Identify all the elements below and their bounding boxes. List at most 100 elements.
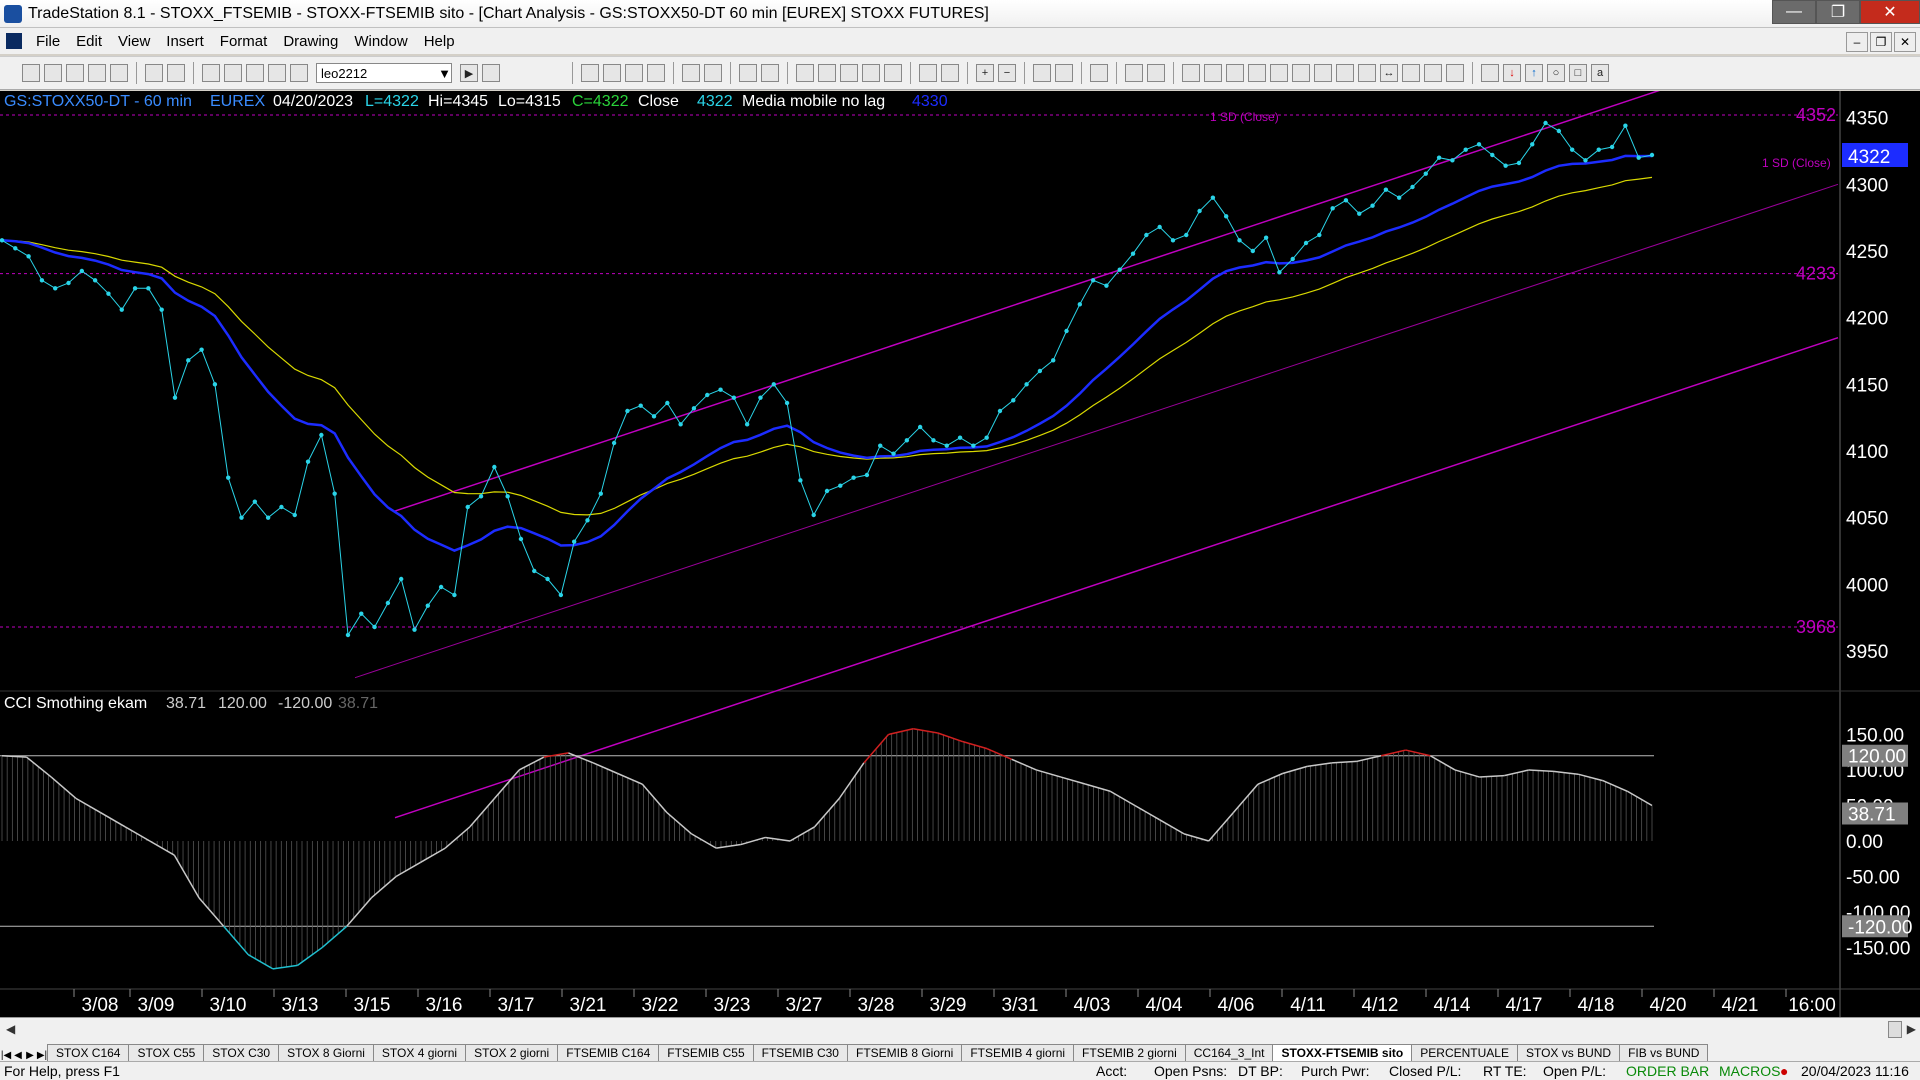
close-button[interactable]: ✕ [1860, 0, 1920, 24]
portfolio-icon[interactable] [796, 64, 814, 82]
workspace-combo[interactable]: leo2212 ▼ [316, 63, 452, 83]
parallel-icon[interactable] [1402, 64, 1420, 82]
menu-window[interactable]: Window [346, 33, 415, 50]
tab-first-icon[interactable]: |◀ [0, 1050, 12, 1061]
format-icon[interactable] [1125, 64, 1143, 82]
lock-icon[interactable] [246, 64, 264, 82]
compress-icon[interactable] [919, 64, 937, 82]
text-icon[interactable]: a [1591, 64, 1609, 82]
chart-document-icon[interactable] [6, 33, 22, 49]
pointer-icon[interactable] [1033, 64, 1051, 82]
chart-svg[interactable]: 4352 4233 3968 1 SD (Close) 1 SD (Close) 4350… [0, 91, 1920, 1017]
menu-format[interactable]: Format [212, 33, 276, 50]
options-icon[interactable] [761, 64, 779, 82]
bar-icon[interactable] [862, 64, 880, 82]
new-icon[interactable] [22, 64, 40, 82]
open-icon[interactable] [44, 64, 62, 82]
scroll-right-icon[interactable]: ▶ [1907, 1022, 1916, 1036]
play-icon[interactable]: ▶ [460, 64, 478, 82]
sheet-tab[interactable]: PERCENTUALE [1411, 1044, 1518, 1061]
menu-drawing[interactable]: Drawing [275, 33, 346, 50]
scroll-thumb[interactable] [1888, 1021, 1902, 1038]
gann-icon[interactable] [1270, 64, 1288, 82]
rectangle-icon[interactable]: □ [1569, 64, 1587, 82]
maximize-button[interactable]: ❐ [1816, 0, 1860, 24]
hot-list-icon[interactable] [704, 64, 722, 82]
menu-view[interactable]: View [110, 33, 158, 50]
status-macros[interactable]: MACROS [1719, 1063, 1780, 1079]
tools-icon[interactable] [1090, 64, 1108, 82]
ellipse-icon[interactable]: ○ [1547, 64, 1565, 82]
new-workspace-icon[interactable] [88, 64, 106, 82]
menu-insert[interactable]: Insert [158, 33, 212, 50]
horizontal-scrollbar[interactable]: ◀ ▶ [0, 1017, 1920, 1041]
sheet-tab[interactable]: STOX vs BUND [1516, 1044, 1621, 1061]
chart-window-icon[interactable] [581, 64, 599, 82]
pen-icon[interactable] [1446, 64, 1464, 82]
scanner-icon[interactable] [682, 64, 700, 82]
sheet-tab[interactable]: FIB vs BUND [1619, 1044, 1709, 1061]
sheet-tab[interactable]: FTSEMIB C30 [752, 1044, 848, 1061]
sheet-tab[interactable]: FTSEMIB 8 Giorni [846, 1044, 963, 1061]
sheet-tab[interactable]: CC164_3_Int [1184, 1044, 1274, 1061]
chart-analysis-window[interactable]: 4352 4233 3968 1 SD (Close) 1 SD (Close) 4350… [0, 91, 1920, 1017]
open-workspace-icon[interactable] [66, 64, 84, 82]
sheet-tab[interactable]: FTSEMIB 2 giorni [1073, 1044, 1186, 1061]
time-axis-tick: 3/29 [930, 995, 967, 1016]
news-icon[interactable] [739, 64, 757, 82]
dom-icon[interactable] [840, 64, 858, 82]
speed-lines-icon[interactable] [1292, 64, 1310, 82]
mdi-restore-button[interactable]: ❐ [1870, 32, 1892, 52]
sheet-tab[interactable]: STOX 8 Giorni [278, 1044, 374, 1061]
zoom-in-icon[interactable]: + [976, 64, 994, 82]
arrow-up-icon[interactable]: ↑ [1525, 64, 1543, 82]
sheet-tab[interactable]: FTSEMIB C55 [658, 1044, 754, 1061]
sheet-tab[interactable]: FTSEMIB C164 [557, 1044, 660, 1061]
sheet-tab[interactable]: STOX 4 giorni [372, 1044, 467, 1061]
menu-help[interactable]: Help [416, 33, 463, 50]
trade-icon[interactable] [1055, 64, 1073, 82]
properties-icon[interactable] [1147, 64, 1165, 82]
horizontal-lines-icon[interactable] [1226, 64, 1244, 82]
sheet-tab[interactable]: STOX C30 [203, 1044, 280, 1061]
folder-icon[interactable] [110, 64, 128, 82]
scroll-left-icon[interactable]: ◀ [6, 1022, 15, 1036]
fib-icon[interactable] [1248, 64, 1266, 82]
channel-icon[interactable] [1336, 64, 1354, 82]
search-icon[interactable] [482, 64, 500, 82]
arc-icon[interactable] [1424, 64, 1442, 82]
print-icon[interactable] [167, 64, 185, 82]
tab-prev-icon[interactable]: ◀ [12, 1050, 24, 1061]
minimize-button[interactable]: — [1772, 0, 1816, 24]
sheet-tab[interactable]: STOX C55 [128, 1044, 205, 1061]
sheet-tab[interactable]: STOX 2 giorni [465, 1044, 559, 1061]
candle-icon[interactable] [884, 64, 902, 82]
arrow-horizontal-icon[interactable]: ↔ [1380, 64, 1398, 82]
trendline-icon[interactable] [1182, 64, 1200, 82]
status-order-bar[interactable]: ORDER BAR [1626, 1063, 1709, 1079]
sheet-tab[interactable]: STOXX-FTSEMIB sito [1272, 1044, 1413, 1061]
sheet-tab[interactable]: STOX C164 [47, 1044, 130, 1061]
andrews-icon[interactable] [1314, 64, 1332, 82]
mdi-close-button[interactable]: ✕ [1894, 32, 1916, 52]
arrow-down-icon[interactable]: ↓ [1503, 64, 1521, 82]
sheet-tab[interactable]: FTSEMIB 4 giorni [961, 1044, 1075, 1061]
menu-edit[interactable]: Edit [68, 33, 110, 50]
angle-icon[interactable] [1358, 64, 1376, 82]
curve-icon[interactable] [1481, 64, 1499, 82]
link-icon[interactable] [268, 64, 286, 82]
save-icon[interactable] [145, 64, 163, 82]
zoom-out-icon[interactable]: − [998, 64, 1016, 82]
expand-icon[interactable] [941, 64, 959, 82]
mdi-minimize-button[interactable]: – [1846, 32, 1868, 52]
layout-icon[interactable] [224, 64, 242, 82]
vertical-lines-icon[interactable] [1204, 64, 1222, 82]
grid-icon[interactable] [647, 64, 665, 82]
radar-icon[interactable] [603, 64, 621, 82]
backtest-icon[interactable] [818, 64, 836, 82]
tab-next-icon[interactable]: ▶ [24, 1050, 36, 1061]
menu-file[interactable]: File [28, 33, 68, 50]
matrix-icon[interactable] [625, 64, 643, 82]
window-icon[interactable] [202, 64, 220, 82]
globe-icon[interactable] [290, 64, 308, 82]
